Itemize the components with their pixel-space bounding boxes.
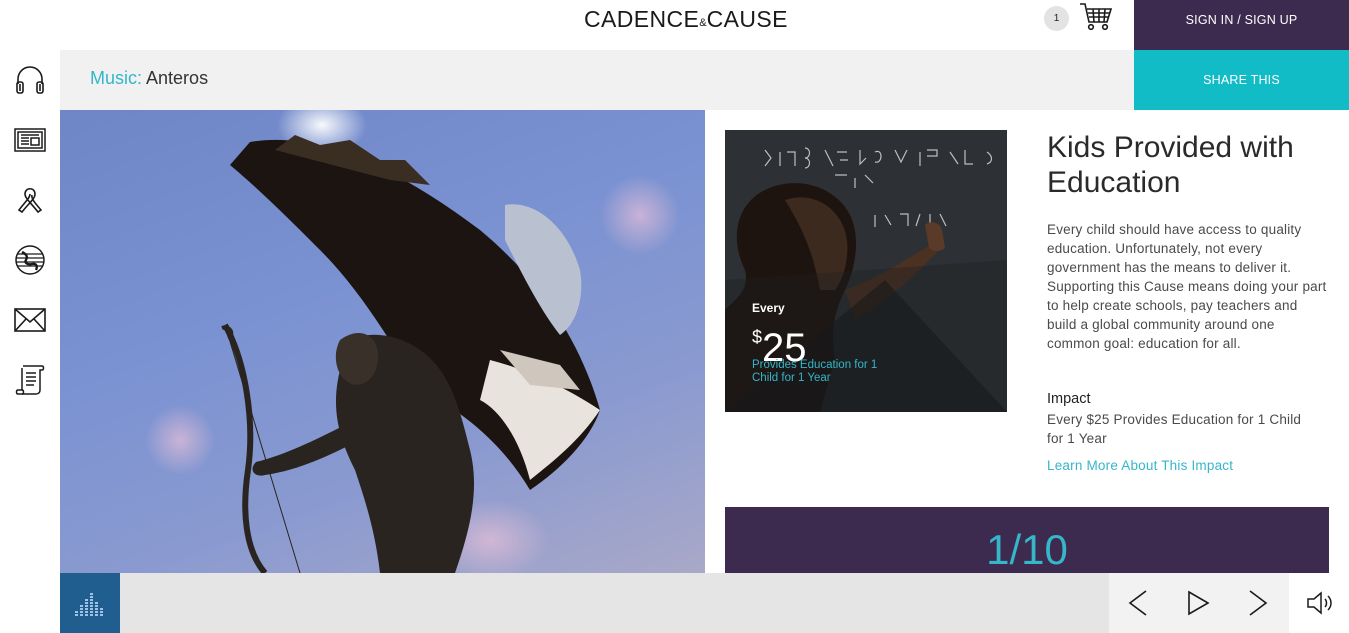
breadcrumb-category[interactable]: Music: xyxy=(90,68,142,88)
equalizer-icon xyxy=(75,593,103,616)
breadcrumb-bar: Music: Anteros xyxy=(60,50,1134,110)
cause-description: Every child should have access to qualit… xyxy=(1047,222,1327,351)
sign-in-button[interactable]: SIGN IN / SIGN UP xyxy=(1134,0,1349,50)
play-icon xyxy=(1188,590,1210,616)
equalizer-button[interactable] xyxy=(60,573,120,633)
cause-title: Kids Provided with Education xyxy=(1047,131,1294,199)
learn-more-link[interactable]: Learn More About This Impact xyxy=(1047,458,1233,473)
site-logo[interactable]: CADENCE&CAUSE xyxy=(584,6,826,32)
cause-image-every: Every xyxy=(752,301,785,315)
ribbon-icon[interactable] xyxy=(14,184,46,216)
previous-button[interactable] xyxy=(1118,573,1158,633)
logo-ampersand: & xyxy=(699,17,707,29)
cause-counter: 1/10 xyxy=(986,526,1068,573)
cart-icon[interactable] xyxy=(1079,2,1113,32)
next-button[interactable] xyxy=(1238,573,1278,633)
impact-text: Every $25 Provides Education for 1 Child… xyxy=(1047,412,1302,446)
breadcrumb: Music: Anteros xyxy=(90,68,208,89)
chevron-left-icon xyxy=(1128,590,1147,616)
breadcrumb-current: Anteros xyxy=(146,68,209,88)
share-button[interactable]: SHARE THIS xyxy=(1134,50,1349,110)
cause-counter-bar: 1/10 xyxy=(725,507,1329,573)
volume-button[interactable] xyxy=(1289,573,1349,633)
cause-image-dollar: $ xyxy=(752,327,763,347)
newspaper-icon[interactable] xyxy=(14,124,46,156)
globe-icon[interactable] xyxy=(14,244,46,276)
speaker-icon xyxy=(1307,591,1332,615)
play-button[interactable] xyxy=(1178,573,1218,633)
hero-image xyxy=(60,110,705,573)
cause-image[interactable]: Every $25 Provides Education for 1 Child… xyxy=(725,130,1007,412)
impact-heading: Impact xyxy=(1047,391,1091,407)
cart-count-badge: 1 xyxy=(1044,6,1069,31)
headphones-icon[interactable] xyxy=(14,64,46,96)
scroll-icon[interactable] xyxy=(14,364,46,396)
logo-text-right: CAUSE xyxy=(706,6,788,32)
chevron-right-icon xyxy=(1249,590,1268,616)
envelope-icon[interactable] xyxy=(14,304,46,336)
logo-text-left: CADENCE xyxy=(584,6,700,32)
cause-image-caption: Provides Education for 1 Child for 1 Yea… xyxy=(752,359,878,384)
